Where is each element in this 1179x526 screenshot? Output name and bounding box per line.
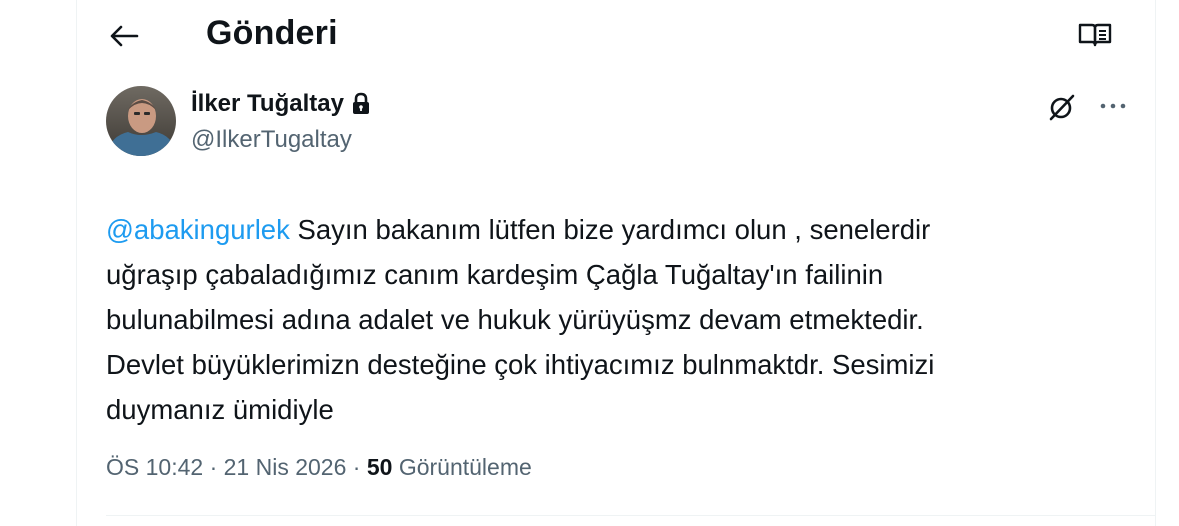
meta-separator: · <box>346 454 367 480</box>
author-handle[interactable]: @IlkerTugaltay <box>191 126 352 154</box>
grok-button[interactable] <box>1044 92 1080 122</box>
tweet-time[interactable]: ÖS 10:42 <box>106 454 203 480</box>
author-display-name[interactable]: İlker Tuğaltay <box>191 90 372 118</box>
tweet-line: Devlet büyüklerimizn desteğine çok ihtiy… <box>106 349 935 380</box>
reader-mode-icon <box>1078 23 1112 47</box>
tweet-line: uğraşıp çabaladığımız canım kardeşim Çağ… <box>106 259 884 290</box>
back-button[interactable] <box>106 18 142 54</box>
tweet-date[interactable]: 21 Nis 2026 <box>224 454 347 480</box>
tweet-line: bulunabilmesi adına adalet ve hukuk yürü… <box>106 304 924 335</box>
meta-separator: · <box>203 454 224 480</box>
more-dots-icon <box>1100 103 1126 109</box>
views-label: Görüntüleme <box>392 454 532 480</box>
divider <box>106 515 1156 516</box>
more-options-button[interactable] <box>1095 94 1131 118</box>
page-title: Gönderi <box>206 14 338 52</box>
tweet-line: duymanız ümidiyle <box>106 394 334 425</box>
author-name-text: İlker Tuğaltay <box>191 90 344 117</box>
lock-icon <box>352 92 369 114</box>
mention-link[interactable]: @abakingurlek <box>106 214 290 245</box>
tweet-meta: ÖS 10:42 · 21 Nis 2026 · 50 Görüntüleme <box>106 454 532 481</box>
tweet-line: @abakingurlek Sayın bakanım lütfen bize … <box>106 207 1106 252</box>
reader-mode-button[interactable] <box>1077 20 1113 50</box>
tweet-line-text: Sayın bakanım lütfen bize yardımcı olun … <box>289 214 931 245</box>
views-count: 50 <box>366 454 393 480</box>
avatar[interactable] <box>106 86 176 156</box>
arrow-left-icon <box>110 25 139 47</box>
grok-icon <box>1049 94 1075 121</box>
tweet-text: @abakingurlek Sayın bakanım lütfen bize … <box>106 207 1106 432</box>
